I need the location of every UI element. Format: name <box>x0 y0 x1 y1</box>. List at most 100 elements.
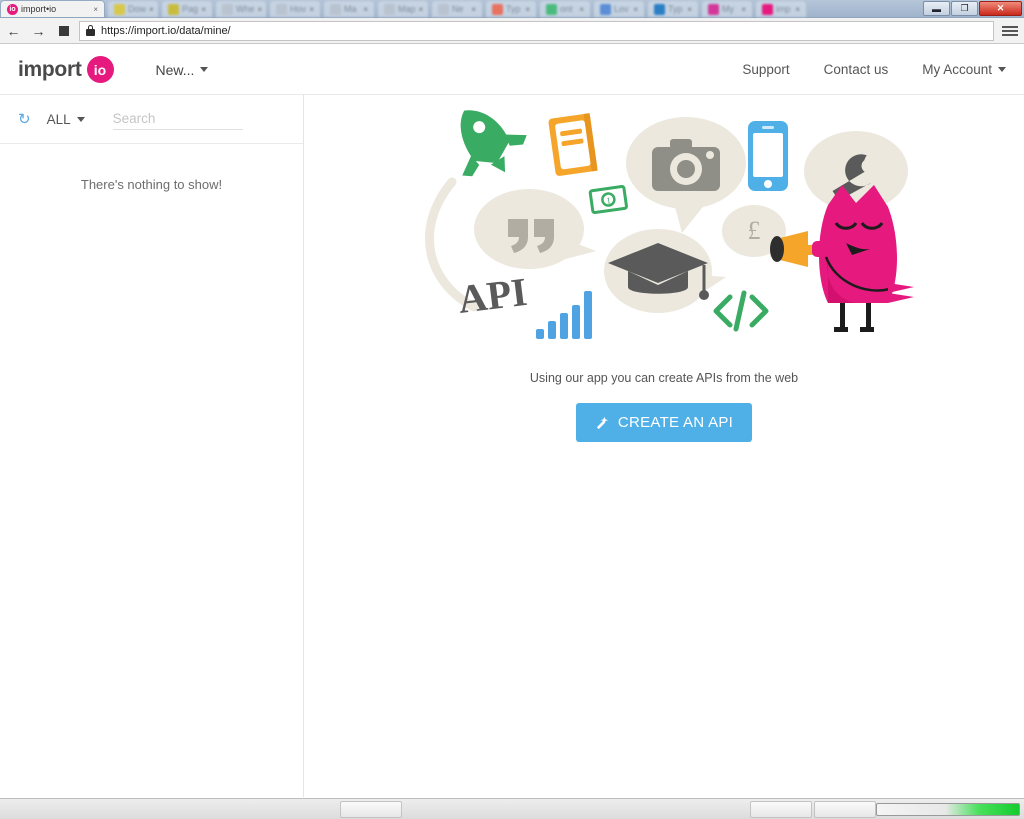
tab-close-icon[interactable]: × <box>93 5 98 14</box>
browser-toolbar: ← → https://import.io/data/mine/ <box>0 18 1024 44</box>
tab-close-icon[interactable]: × <box>525 5 530 14</box>
browser-tab-background[interactable]: Whe × <box>215 0 267 17</box>
tab-close-icon[interactable]: × <box>795 5 800 14</box>
sidebar: ↻ ALL There's nothing to show! <box>0 95 304 797</box>
search-input[interactable] <box>112 108 243 130</box>
sidebar-empty-message: There's nothing to show! <box>80 177 223 192</box>
hero-caption: Using our app you can create APIs from t… <box>529 371 799 385</box>
support-link[interactable]: Support <box>742 62 789 77</box>
support-label: Support <box>742 62 790 77</box>
tab-favicon <box>654 3 665 15</box>
book-icon <box>548 113 598 176</box>
page-body: ↻ ALL There's nothing to show! <box>0 95 1024 797</box>
tab-favicon <box>762 3 773 15</box>
tab-close-icon[interactable]: × <box>258 5 263 14</box>
forward-icon[interactable]: → <box>29 21 48 40</box>
browser-tab-background[interactable]: ont × <box>539 0 591 17</box>
tab-close-icon[interactable]: × <box>149 5 154 14</box>
bar-chart-icon <box>536 291 592 339</box>
tab-close-icon[interactable]: × <box>633 5 638 14</box>
owl-with-trumpet <box>770 185 914 332</box>
stop-icon[interactable] <box>54 21 73 40</box>
tab-title: Dow <box>128 4 147 14</box>
tab-close-icon[interactable]: × <box>471 5 476 14</box>
new-menu-label: New... <box>155 61 195 78</box>
tab-title: Typ <box>506 4 521 14</box>
back-icon[interactable]: ← <box>4 21 23 40</box>
sidebar-toolbar: ↻ ALL <box>0 95 303 144</box>
tab-close-icon[interactable]: × <box>309 5 314 14</box>
browser-tab-strip: io import•io × Dow × Pag × Whe × Hov × Ma × Map × Ne… <box>0 0 1024 18</box>
hero-section: 1 £ API Using our app you can create API… <box>304 95 1024 442</box>
web-page: import io New... Support Contact us My A… <box>0 45 1024 798</box>
browser-tab-background[interactable]: imp × <box>755 0 807 17</box>
tab-favicon <box>114 3 125 15</box>
window-controls: ▬ ❐ ✕ <box>923 1 1022 16</box>
taskbar-item[interactable] <box>814 800 877 818</box>
browser-tab-background[interactable]: Typ × <box>647 0 699 17</box>
filter-all-dropdown[interactable]: ALL <box>47 112 85 127</box>
main-content: 1 £ API Using our app you can create API… <box>304 95 1024 797</box>
browser-tab-background[interactable]: Map × <box>377 0 429 17</box>
browser-tab-background[interactable]: Ma × <box>323 0 375 17</box>
lock-icon <box>86 25 95 36</box>
minimize-button[interactable]: ▬ <box>923 1 950 16</box>
create-an-api-button[interactable]: CREATE AN API <box>575 403 753 442</box>
browser-tab-background[interactable]: Ne × <box>431 0 483 17</box>
app-header: import io New... Support Contact us My A… <box>0 45 1024 95</box>
tab-title: Map <box>398 4 416 14</box>
close-window-button[interactable]: ✕ <box>979 1 1022 16</box>
tab-close-icon[interactable]: × <box>579 5 584 14</box>
tab-title: Ne <box>452 4 464 14</box>
tab-title: Typ <box>668 4 683 14</box>
tab-favicon <box>168 3 179 15</box>
browser-window: io import•io × Dow × Pag × Whe × Hov × Ma × Map × Ne… <box>0 0 1024 819</box>
menu-icon[interactable] <box>1000 25 1020 36</box>
browser-tab-background[interactable]: Lov × <box>593 0 645 17</box>
taskbar-item[interactable] <box>340 800 403 818</box>
import-io-logo[interactable]: import io <box>18 56 114 83</box>
new-menu-button[interactable]: New... <box>156 62 209 78</box>
browser-tab-background[interactable]: Hov × <box>269 0 321 17</box>
browser-tab-active[interactable]: io import•io × <box>0 0 105 17</box>
taskbar-item[interactable] <box>750 800 813 818</box>
code-brackets-icon <box>713 290 769 332</box>
logo-wordmark: import <box>18 57 82 81</box>
graduation-cap-bubble <box>604 229 726 313</box>
tab-close-icon[interactable]: × <box>363 5 368 14</box>
create-an-api-label: CREATE AN API <box>617 414 734 431</box>
tab-favicon <box>438 3 449 15</box>
my-account-label: My Account <box>922 62 992 77</box>
tab-close-icon[interactable]: × <box>687 5 692 14</box>
url-text: https://import.io/data/mine/ <box>101 24 231 37</box>
tab-title: Ma <box>344 4 357 14</box>
restore-button[interactable]: ❐ <box>951 1 978 16</box>
background-tabs: Dow × Pag × Whe × Hov × Ma × Map × Ne × Typ × ont × Lov × Ty… <box>105 0 807 17</box>
tab-close-icon[interactable]: × <box>419 5 424 14</box>
chevron-down-icon <box>200 67 209 72</box>
header-nav: Support Contact us My Account <box>742 62 1006 77</box>
tab-title: Hov <box>290 4 307 14</box>
browser-tab-background[interactable]: Pag × <box>161 0 213 17</box>
tab-title: import•io <box>21 4 57 14</box>
contact-us-label: Contact us <box>823 62 889 77</box>
search-field-wrapper <box>112 108 285 130</box>
address-bar[interactable]: https://import.io/data/mine/ <box>79 20 994 41</box>
tab-close-icon[interactable]: × <box>741 5 746 14</box>
tab-favicon <box>384 3 395 15</box>
refresh-icon[interactable]: ↻ <box>18 112 31 127</box>
tab-favicon <box>492 3 503 15</box>
browser-tab-background[interactable]: Typ × <box>485 0 537 17</box>
tab-favicon <box>330 3 341 15</box>
filter-label: ALL <box>46 111 71 127</box>
my-account-menu[interactable]: My Account <box>922 62 1006 77</box>
tab-title: My <box>722 4 734 14</box>
tab-close-icon[interactable]: × <box>201 5 206 14</box>
dollar-bill-icon: 1 <box>588 185 628 215</box>
browser-tab-background[interactable]: My × <box>701 0 753 17</box>
browser-tab-background[interactable]: Dow × <box>107 0 159 17</box>
logo-badge: io <box>86 56 114 83</box>
download-progress-bar[interactable] <box>876 802 1020 816</box>
contact-us-link[interactable]: Contact us <box>824 62 889 77</box>
chevron-down-icon <box>76 116 85 122</box>
